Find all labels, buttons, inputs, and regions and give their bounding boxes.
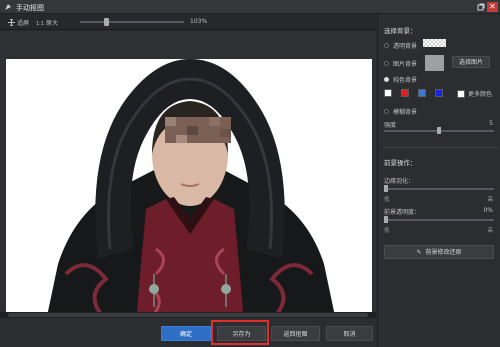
fg-opacity-label: 前景透明度： [384, 209, 421, 216]
original-size-label: 原大 [46, 20, 59, 27]
fg-opacity-value: 0% [483, 207, 493, 214]
save-as-highlight-box [211, 320, 269, 345]
original-size-button[interactable]: 1:1 原大 [36, 18, 58, 27]
blur-bg-label: 模糊背景 [393, 109, 418, 116]
zoom-slider-track[interactable] [80, 21, 184, 23]
color-swatch-deep-blue[interactable] [435, 89, 443, 97]
editing-canvas-area [0, 31, 376, 321]
zoom-slider-thumb[interactable] [104, 18, 109, 26]
fit-screen-icon [8, 19, 15, 26]
restore-foreground-button[interactable]: ✎ 前景修改还原 [384, 245, 494, 259]
more-colors-swatch [457, 89, 465, 98]
view-toolbar: 适屏 1:1 原大 103% [0, 14, 376, 30]
more-colors-button[interactable]: 更多颜色 [457, 89, 492, 98]
blur-bg-option[interactable]: 模糊背景 [384, 107, 417, 116]
edge-feather-low-label: 低 [384, 197, 390, 203]
fit-screen-button[interactable]: 适屏 [8, 18, 29, 27]
restore-window-button[interactable] [475, 2, 486, 12]
close-window-button[interactable]: ✕ [487, 2, 498, 12]
transparent-bg-label: 透明背景 [393, 43, 418, 50]
pure-color-bg-option[interactable]: 纯色背景 [384, 75, 417, 84]
foreground-ops-title: 前景操作： [384, 159, 417, 167]
color-swatch-blue[interactable] [418, 89, 426, 97]
color-swatch-red[interactable] [401, 89, 409, 97]
original-size-icon: 1:1 [36, 21, 44, 26]
color-swatch-white[interactable] [384, 89, 392, 97]
scrollbar-thumb[interactable] [8, 313, 368, 317]
cancel-button[interactable]: 取消 [326, 326, 373, 341]
pure-color-bg-radio[interactable] [384, 77, 389, 82]
edge-feather-slider-thumb[interactable] [384, 185, 388, 192]
action-bar: 确定 另存为 返回抠图 取消 [0, 318, 376, 347]
pure-color-bg-label: 纯色背景 [393, 77, 418, 84]
transparent-bg-radio[interactable] [384, 43, 389, 48]
strength-value: 5 [489, 120, 493, 127]
close-icon: ✕ [489, 2, 496, 11]
fg-opacity-slider-thumb[interactable] [384, 216, 388, 223]
title-bar: 手动抠图 ✕ [0, 0, 500, 14]
image-bg-preview [425, 55, 444, 71]
fit-screen-label: 适屏 [17, 20, 30, 27]
app-logo-icon [5, 4, 11, 10]
select-image-button[interactable]: 选择图片 [452, 56, 490, 68]
zoom-value: 103% [190, 18, 208, 25]
fg-opacity-high-label: 高 [487, 228, 493, 234]
strength-slider-thumb[interactable] [437, 127, 441, 134]
restore-icon [477, 3, 484, 11]
image-canvas[interactable] [6, 59, 372, 321]
transparent-preview [423, 39, 446, 47]
select-background-title: 选择背景： [384, 27, 417, 35]
window-title: 手动抠图 [16, 4, 44, 12]
settings-panel: 选择背景： 透明背景 图片背景 选择图片 纯色背景 更多颜色 模糊背景 强度 5… [377, 14, 500, 347]
edge-feather-high-label: 高 [487, 197, 493, 203]
cutout-portrait-image [46, 59, 336, 321]
back-to-cutout-button[interactable]: 返回抠图 [271, 326, 320, 341]
panel-divider [382, 147, 497, 148]
more-colors-label: 更多颜色 [468, 91, 493, 98]
eraser-icon: ✎ [416, 249, 422, 256]
restore-foreground-label: 前景修改还原 [425, 249, 462, 256]
edge-feather-slider-track[interactable] [384, 188, 494, 190]
fg-opacity-slider-track[interactable] [384, 219, 494, 221]
svg-text:1:1: 1:1 [36, 21, 44, 26]
fg-opacity-low-label: 低 [384, 228, 390, 234]
blur-bg-radio[interactable] [384, 109, 389, 114]
image-bg-radio[interactable] [384, 61, 389, 66]
transparent-bg-option[interactable]: 透明背景 [384, 41, 417, 50]
image-bg-option[interactable]: 图片背景 [384, 59, 417, 68]
strength-label: 强度 [384, 122, 397, 129]
image-bg-label: 图片背景 [393, 61, 418, 68]
edge-feather-label: 边缘羽化： [384, 178, 415, 185]
confirm-button[interactable]: 确定 [161, 326, 211, 341]
